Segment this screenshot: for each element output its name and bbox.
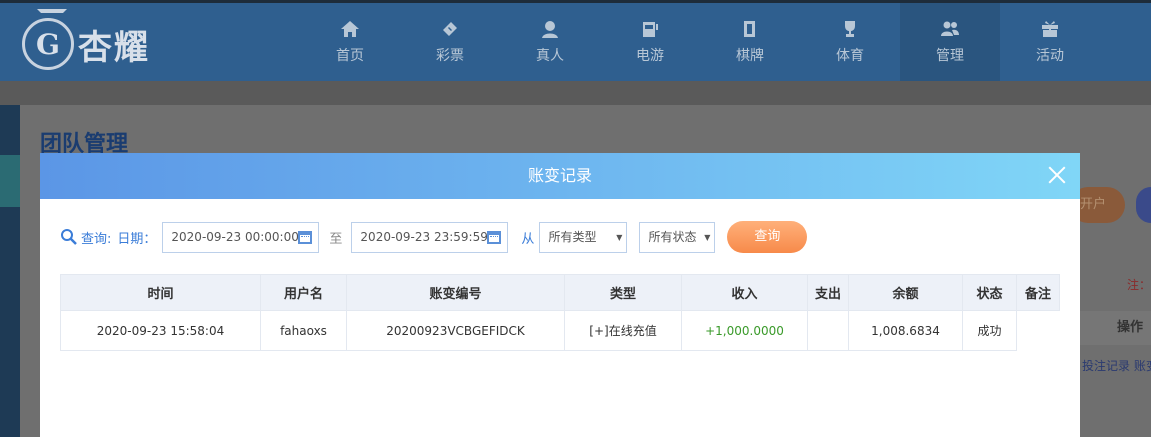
- cell-type: [+]在线充值: [564, 310, 682, 351]
- end-date-value: 2020-09-23 23:59:59: [360, 229, 488, 244]
- nav-label: 电游: [636, 48, 664, 64]
- sub-bar: [0, 81, 1151, 105]
- row-action-links[interactable]: 投注记录 账变: [1082, 357, 1151, 374]
- brand-name: 杏耀: [78, 27, 150, 68]
- table-header-row: 时间 用户名 账变编号 类型 收入 支出 余额 状态 备注: [60, 274, 1060, 311]
- sidebar-item-active[interactable]: [0, 155, 20, 207]
- home-icon: [340, 19, 360, 39]
- dealer-icon: [540, 19, 560, 39]
- nav-item-cards[interactable]: 棋牌: [700, 3, 800, 81]
- cell-expense: [807, 310, 849, 351]
- ticket-icon: [440, 19, 460, 39]
- filter-bar: 查询: 日期： 2020-09-23 00:00:00 至 2020-09-23…: [60, 221, 808, 253]
- query-label: 查询:: [60, 228, 111, 247]
- note-label: 注：: [1127, 278, 1151, 292]
- search-icon: [61, 229, 77, 245]
- nav-item-sports[interactable]: 体育: [800, 3, 900, 81]
- nav-label: 首页: [336, 48, 364, 64]
- modal-header: 账变记录: [40, 153, 1080, 199]
- cell-user: fahaoxs: [260, 310, 347, 351]
- calendar-icon[interactable]: [298, 230, 313, 244]
- nav-item-lottery[interactable]: 彩票: [400, 3, 500, 81]
- nav-item-promo[interactable]: 活动: [1000, 3, 1100, 81]
- query-label-text: 查询:: [81, 231, 112, 247]
- start-date-value: 2020-09-23 00:00:00: [171, 229, 299, 244]
- logo-emblem-icon: G: [22, 9, 74, 70]
- cell-remark: [1017, 311, 1060, 351]
- column-header-balance: 余额: [848, 274, 963, 311]
- column-header-remark: 备注: [1016, 274, 1060, 311]
- gift-icon: [1040, 19, 1060, 39]
- start-date-input[interactable]: 2020-09-23 00:00:00: [162, 221, 320, 253]
- to-label: 至: [329, 231, 343, 247]
- type-select[interactable]: 所有类型: [539, 221, 628, 253]
- nav-item-slots[interactable]: 电游: [600, 3, 700, 81]
- from-label: 从: [521, 231, 535, 247]
- close-icon[interactable]: [1046, 164, 1068, 186]
- brand-logo[interactable]: G 杏耀: [22, 9, 150, 75]
- nav-label: 活动: [1036, 48, 1064, 64]
- nav-label: 彩票: [436, 48, 464, 64]
- column-header-time: 时间: [60, 274, 261, 311]
- cell-serial: 20200923VCBGEFIDCK: [346, 310, 565, 351]
- top-nav-bar: G 杏耀 首页 彩票 真人 电游 棋牌 体育 管理 活动: [0, 0, 1151, 81]
- logo-letter: G: [36, 27, 60, 61]
- cell-income: +1,000.0000: [681, 310, 808, 351]
- transaction-record-modal: 账变记录 查询: 日期： 2020-09-23 00:00:00 至 2020-…: [40, 153, 1080, 437]
- nav-label: 管理: [936, 48, 964, 64]
- column-header-user: 用户名: [260, 274, 347, 311]
- calendar-icon[interactable]: [487, 230, 502, 244]
- cell-time: 2020-09-23 15:58:04: [60, 310, 261, 351]
- column-header-type: 类型: [564, 274, 682, 311]
- users-icon: [940, 19, 960, 39]
- nav-item-live[interactable]: 真人: [500, 3, 600, 81]
- date-label: 日期：: [117, 231, 157, 247]
- trophy-icon: [840, 19, 860, 39]
- status-select[interactable]: 所有状态: [639, 221, 716, 253]
- main-nav: 首页 彩票 真人 电游 棋牌 体育 管理 活动: [300, 3, 1100, 81]
- modal-title: 账变记录: [527, 166, 592, 185]
- sidebar: [0, 105, 20, 437]
- transaction-table: 时间 用户名 账变编号 类型 收入 支出 余额 状态 备注 2020-09-23…: [60, 274, 1060, 351]
- cards-icon: [740, 19, 760, 39]
- cell-status: 成功: [962, 310, 1017, 351]
- end-date-input[interactable]: 2020-09-23 23:59:59: [351, 221, 509, 253]
- slot-machine-icon: [640, 19, 660, 39]
- column-header-serial: 账变编号: [346, 274, 565, 311]
- query-button[interactable]: 查询: [727, 221, 808, 253]
- nav-item-manage[interactable]: 管理: [900, 3, 1000, 81]
- nav-label: 棋牌: [736, 48, 764, 64]
- nav-label: 真人: [536, 48, 564, 64]
- column-header-income: 收入: [681, 274, 808, 311]
- column-header-status: 状态: [962, 274, 1017, 311]
- column-header-expense: 支出: [807, 274, 849, 311]
- table-row: 2020-09-23 15:58:04 fahaoxs 20200923VCBG…: [60, 310, 1060, 351]
- column-header-actions: 操作: [1080, 311, 1151, 345]
- nav-item-home[interactable]: 首页: [300, 3, 400, 81]
- cell-balance: 1,008.6834: [848, 310, 963, 351]
- nav-label: 体育: [836, 48, 864, 64]
